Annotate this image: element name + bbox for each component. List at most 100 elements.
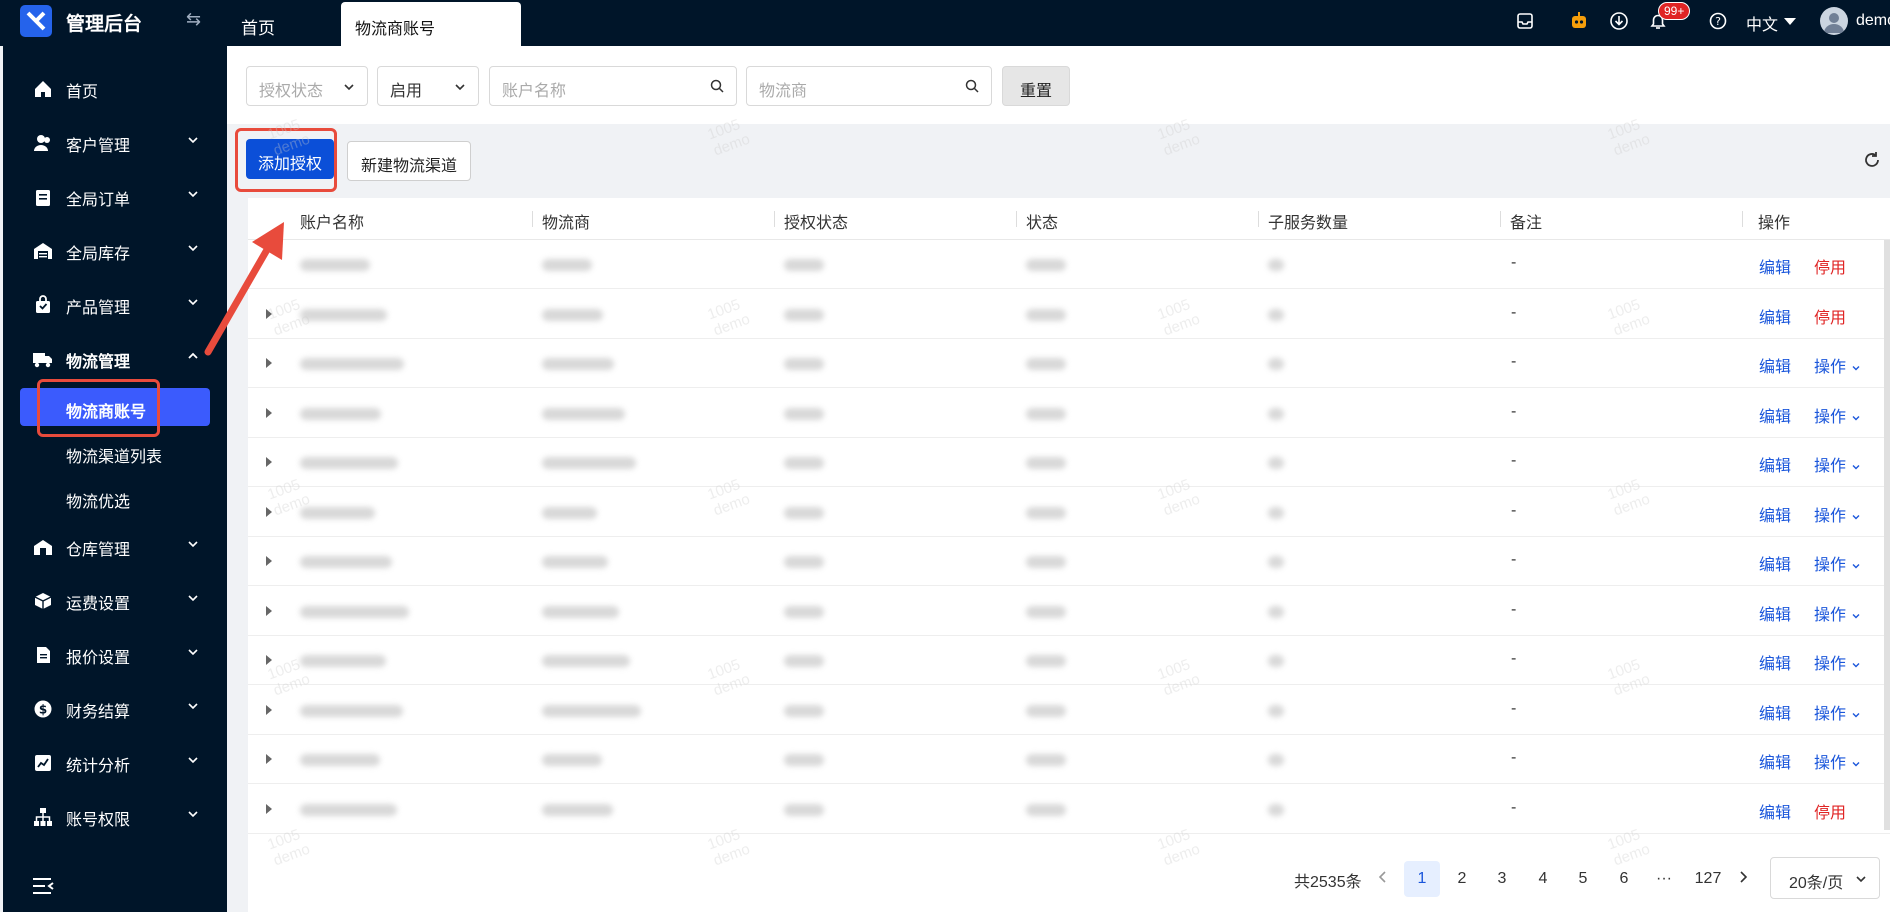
user-name[interactable]: demo <box>1856 12 1890 30</box>
page-last[interactable]: 127 <box>1688 861 1728 897</box>
expand-row-icon[interactable] <box>266 457 272 467</box>
edit-link[interactable]: 编辑 <box>1759 304 1791 328</box>
expand-row-icon[interactable] <box>266 803 272 814</box>
redacted-cell <box>542 803 613 816</box>
auth-status-select[interactable]: 授权状态 <box>246 66 368 106</box>
carrier-input[interactable]: 物流商 <box>746 66 992 106</box>
edit-link[interactable]: 编辑 <box>1759 403 1791 427</box>
app-logo[interactable] <box>20 5 52 37</box>
column-divider <box>532 211 533 227</box>
expand-row-icon[interactable] <box>266 704 272 715</box>
more-actions-dropdown[interactable]: 操作 <box>1814 551 1860 575</box>
sidebar-item-inventory[interactable]: 全局库存 <box>3 228 227 272</box>
sidebar-item-home[interactable]: 首页 <box>3 66 227 110</box>
more-actions-dropdown[interactable]: 操作 <box>1814 452 1860 476</box>
inbox-icon[interactable] <box>1514 10 1536 32</box>
account-name-input[interactable]: 账户名称 <box>489 66 737 106</box>
more-actions-dropdown[interactable]: 操作 <box>1814 403 1860 427</box>
page-3[interactable]: 3 <box>1484 861 1520 897</box>
vertical-scrollbar[interactable] <box>1884 240 1890 830</box>
edit-link[interactable]: 编辑 <box>1759 254 1791 278</box>
sidebar-item-shipping-fee[interactable]: 运费设置 <box>3 578 227 622</box>
users-icon <box>31 132 55 154</box>
help-icon[interactable]: ? <box>1707 10 1729 32</box>
sidebar-subitem-channel-list[interactable]: 物流渠道列表 <box>20 433 210 471</box>
disable-link[interactable]: 停用 <box>1814 799 1846 823</box>
tab-home[interactable]: 首页 <box>241 14 275 39</box>
edit-link[interactable]: 编辑 <box>1759 749 1791 773</box>
more-actions-dropdown[interactable]: 操作 <box>1814 749 1860 773</box>
sidebar-item-orders[interactable]: 全局订单 <box>3 174 227 218</box>
sidebar-subitem-logistics-preferred[interactable]: 物流优选 <box>20 478 210 516</box>
sidebar-item-quotes[interactable]: 报价设置 <box>3 632 227 676</box>
redacted-cell <box>300 407 381 420</box>
expand-row-icon[interactable] <box>266 506 272 517</box>
more-actions-dropdown[interactable]: 操作 <box>1814 601 1860 625</box>
disable-link[interactable]: 停用 <box>1814 254 1846 278</box>
sidebar-item-warehouse[interactable]: 仓库管理 <box>3 524 227 568</box>
reset-button[interactable]: 重置 <box>1002 66 1070 106</box>
edit-link[interactable]: 编辑 <box>1759 551 1791 575</box>
chevron-down-icon <box>188 137 198 144</box>
chevron-down-icon <box>455 84 465 91</box>
chevron-down-icon <box>188 191 198 198</box>
select-value: 20条/页 <box>1789 875 1844 892</box>
sidebar-item-finance[interactable]: $ 财务结算 <box>3 686 227 730</box>
more-actions-label: 操作 <box>1814 656 1847 673</box>
table-row: - 编辑 停用 <box>248 240 1890 289</box>
page-6[interactable]: 6 <box>1606 861 1642 897</box>
edit-link[interactable]: 编辑 <box>1759 601 1791 625</box>
search-icon[interactable] <box>965 79 979 93</box>
avatar[interactable] <box>1820 7 1848 35</box>
robot-icon[interactable] <box>1568 10 1590 32</box>
remark-cell: - <box>1511 452 1517 469</box>
edit-link[interactable]: 编辑 <box>1759 650 1791 674</box>
sidebar-item-logistics[interactable]: 物流管理 <box>3 336 227 380</box>
more-actions-dropdown[interactable]: 操作 <box>1814 502 1860 526</box>
edit-link[interactable]: 编辑 <box>1759 799 1791 823</box>
expand-row-icon[interactable] <box>266 605 272 616</box>
page-ellipsis[interactable]: ··· <box>1646 861 1682 897</box>
sidebar-item-permissions[interactable]: 账号权限 <box>3 794 227 838</box>
redacted-cell <box>542 259 592 271</box>
highlight-box <box>235 128 337 192</box>
expand-row-icon[interactable] <box>266 556 272 566</box>
collapse-menu-icon[interactable] <box>31 876 55 896</box>
chevron-down-icon <box>1852 712 1860 717</box>
sidebar-item-products[interactable]: 产品管理 <box>3 282 227 326</box>
language-switcher[interactable]: 中文 <box>1746 11 1778 35</box>
tab-carrier-account[interactable]: 物流商账号 <box>341 2 521 46</box>
disable-link[interactable]: 停用 <box>1814 304 1846 328</box>
switch-arrows-icon[interactable]: ⇆ <box>186 9 201 30</box>
next-page-icon[interactable] <box>1738 870 1748 884</box>
more-actions-dropdown[interactable]: 操作 <box>1814 700 1860 724</box>
page-1[interactable]: 1 <box>1404 861 1440 897</box>
table-row: - 编辑 操作 <box>248 537 1890 586</box>
sidebar-item-customers[interactable]: 客户管理 <box>3 120 227 164</box>
page-5[interactable]: 5 <box>1565 861 1601 897</box>
prev-page-icon[interactable] <box>1378 870 1388 884</box>
redacted-cell <box>300 803 397 816</box>
new-channel-button[interactable]: 新建物流渠道 <box>347 141 471 181</box>
expand-row-icon[interactable] <box>266 655 272 665</box>
page-size-select[interactable]: 20条/页 <box>1770 857 1880 899</box>
edit-link[interactable]: 编辑 <box>1759 502 1791 526</box>
sidebar-item-statistics[interactable]: 统计分析 <box>3 740 227 784</box>
edit-link[interactable]: 编辑 <box>1759 452 1791 476</box>
redacted-cell <box>542 754 602 766</box>
more-actions-dropdown[interactable]: 操作 <box>1814 353 1860 377</box>
remark-cell: - <box>1511 699 1517 717</box>
download-icon[interactable] <box>1608 10 1630 32</box>
more-actions-dropdown[interactable]: 操作 <box>1814 650 1860 674</box>
refresh-icon[interactable] <box>1863 151 1881 169</box>
search-icon[interactable] <box>710 79 724 93</box>
clipboard-icon <box>31 186 55 208</box>
edit-link[interactable]: 编辑 <box>1759 700 1791 724</box>
edit-link[interactable]: 编辑 <box>1759 353 1791 377</box>
page-4[interactable]: 4 <box>1525 861 1561 897</box>
expand-row-icon[interactable] <box>266 407 272 418</box>
expand-row-icon[interactable] <box>266 754 272 764</box>
page-2[interactable]: 2 <box>1444 861 1480 897</box>
more-actions-label: 操作 <box>1814 755 1847 772</box>
status-select[interactable]: 启用 <box>377 66 479 106</box>
